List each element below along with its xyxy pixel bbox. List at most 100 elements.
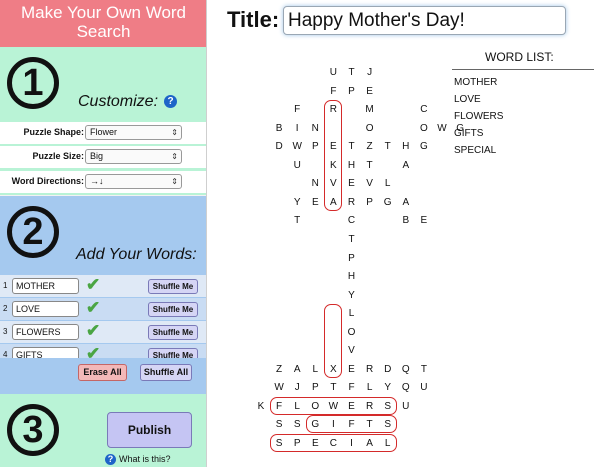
puzzle-letter: L bbox=[366, 382, 373, 394]
shuffle-all-button[interactable]: Shuffle All bbox=[140, 364, 192, 381]
found-word-highlight bbox=[270, 434, 397, 452]
puzzle-letter: G bbox=[420, 141, 428, 153]
puzzle-size-select[interactable]: Big ⇕ bbox=[85, 149, 182, 164]
puzzle-letter: F bbox=[348, 419, 355, 431]
word-number: 3 bbox=[3, 327, 8, 336]
puzzle-letter: F bbox=[276, 400, 283, 412]
puzzle-letter: E bbox=[366, 85, 373, 97]
publish-section: 3 Publish ? What is this? bbox=[0, 394, 206, 467]
puzzle-letter: L bbox=[384, 178, 391, 190]
puzzle-letter: T bbox=[420, 363, 427, 375]
word-directions-row: Word Directions: →↓ ⇕ bbox=[0, 171, 206, 193]
help-icon: ? bbox=[105, 454, 116, 466]
checkmark-icon: ✔ bbox=[86, 344, 101, 358]
puzzle-letter: I bbox=[350, 438, 353, 449]
word-row: 1 MOTHER ✔ Shuffle Me bbox=[0, 275, 206, 297]
publish-button[interactable]: Publish bbox=[107, 412, 192, 448]
word-input[interactable]: MOTHER bbox=[12, 278, 79, 294]
word-list-item: MOTHER bbox=[454, 77, 498, 88]
puzzle-letter: P bbox=[348, 252, 355, 264]
add-words-heading: Add Your Words: bbox=[76, 246, 197, 263]
puzzle-letter: U bbox=[402, 400, 410, 412]
word-row: 4 GIFTS ✔ Shuffle Me bbox=[0, 344, 206, 358]
select-arrows-icon: ⇕ bbox=[171, 128, 178, 137]
puzzle-letter: L bbox=[294, 400, 300, 412]
add-words-section: 2 Add Your Words: 1 MOTHER ✔ Shuffle Me … bbox=[0, 196, 206, 394]
puzzle-letter: T bbox=[366, 159, 373, 171]
word-directions-value: →↓ bbox=[90, 176, 104, 186]
help-icon[interactable]: ? bbox=[164, 95, 178, 109]
word-list-item: FLOWERS bbox=[454, 111, 504, 122]
puzzle-letter: A bbox=[293, 363, 301, 375]
puzzle-letter: W bbox=[292, 141, 302, 153]
word-input[interactable]: GIFTS bbox=[12, 347, 79, 358]
shuffle-me-button[interactable]: Shuffle Me bbox=[148, 348, 198, 358]
puzzle-letter: X bbox=[330, 363, 337, 375]
puzzle-letter: L bbox=[312, 363, 319, 375]
puzzle-letter: W bbox=[274, 382, 284, 394]
puzzle-letter: E bbox=[348, 400, 355, 412]
select-arrows-icon: ⇕ bbox=[171, 152, 178, 161]
puzzle-letter: C bbox=[420, 104, 428, 116]
puzzle-letter: W bbox=[437, 122, 447, 134]
puzzle-letter: F bbox=[348, 382, 355, 394]
puzzle-letter: P bbox=[311, 141, 319, 153]
found-word-highlight bbox=[324, 304, 343, 378]
checkmark-icon: ✔ bbox=[86, 298, 101, 317]
word-directions-select[interactable]: →↓ ⇕ bbox=[85, 174, 182, 189]
title-label: Title: bbox=[227, 7, 280, 32]
shuffle-me-button[interactable]: Shuffle Me bbox=[148, 302, 198, 317]
shuffle-me-button[interactable]: Shuffle Me bbox=[148, 325, 198, 340]
puzzle-letter: M bbox=[365, 104, 374, 116]
puzzle-letter: U bbox=[293, 159, 301, 171]
puzzle-letter: Z bbox=[366, 141, 373, 153]
puzzle-letter: R bbox=[365, 363, 374, 375]
word-list-divider bbox=[452, 69, 594, 70]
what-is-this-link[interactable]: ? What is this? bbox=[105, 454, 171, 466]
puzzle-letter: O bbox=[420, 122, 428, 134]
puzzle-letter: O bbox=[311, 400, 320, 412]
puzzle-letter: S bbox=[275, 438, 283, 449]
puzzle-letter: B bbox=[402, 215, 410, 227]
puzzle-letter: U bbox=[329, 67, 337, 78]
puzzle-letter: P bbox=[311, 382, 319, 394]
puzzle-letter: E bbox=[348, 178, 355, 190]
erase-all-button[interactable]: Erase All bbox=[78, 364, 127, 381]
found-word-highlight bbox=[306, 415, 397, 434]
puzzle-letter: A bbox=[330, 196, 337, 208]
puzzle-size-row: Puzzle Size: Big ⇕ bbox=[0, 146, 206, 168]
select-arrows-icon: ⇕ bbox=[171, 177, 178, 186]
checkmark-icon: ✔ bbox=[86, 321, 101, 340]
puzzle-shape-row: Puzzle Shape: Flower ⇕ bbox=[0, 122, 206, 144]
puzzle-letter: E bbox=[330, 141, 337, 153]
puzzle-letter: T bbox=[348, 67, 355, 78]
puzzle-letter: P bbox=[348, 85, 355, 97]
checkmark-icon: ✔ bbox=[86, 275, 101, 294]
puzzle-letter: O bbox=[365, 122, 374, 134]
puzzle-letter: E bbox=[420, 215, 428, 227]
puzzle-letter: Y bbox=[293, 196, 301, 208]
puzzle-letter: I bbox=[295, 122, 299, 134]
puzzle-letter: H bbox=[347, 271, 356, 283]
puzzle-shape-select[interactable]: Flower ⇕ bbox=[85, 125, 182, 140]
puzzle-letter: V bbox=[330, 178, 337, 190]
puzzle-letter: F bbox=[294, 104, 301, 116]
customize-section: 1 Customize:? Puzzle Shape: Flower ⇕ Puz… bbox=[0, 47, 206, 195]
puzzle-letter: E bbox=[348, 363, 355, 375]
title-input[interactable]: Happy Mother's Day! bbox=[283, 6, 566, 35]
shuffle-me-button[interactable]: Shuffle Me bbox=[148, 279, 198, 294]
app-header-line-2: Search bbox=[76, 22, 131, 41]
word-list-item: LOVE bbox=[454, 94, 481, 105]
word-list-title: WORD LIST: bbox=[485, 50, 554, 64]
word-row: 3 FLOWERS ✔ Shuffle Me bbox=[0, 321, 206, 343]
puzzle-letter: Q bbox=[401, 363, 410, 375]
puzzle-letter: Z bbox=[276, 363, 283, 375]
puzzle-letter: T bbox=[294, 215, 301, 227]
puzzle-letter: L bbox=[348, 308, 355, 320]
puzzle-letter: P bbox=[366, 196, 373, 208]
found-word-highlight bbox=[324, 100, 343, 211]
puzzle-letter: K bbox=[330, 159, 337, 171]
word-input[interactable]: FLOWERS bbox=[12, 324, 79, 340]
puzzle-letter: Q bbox=[401, 382, 410, 394]
word-input[interactable]: LOVE bbox=[12, 301, 79, 317]
